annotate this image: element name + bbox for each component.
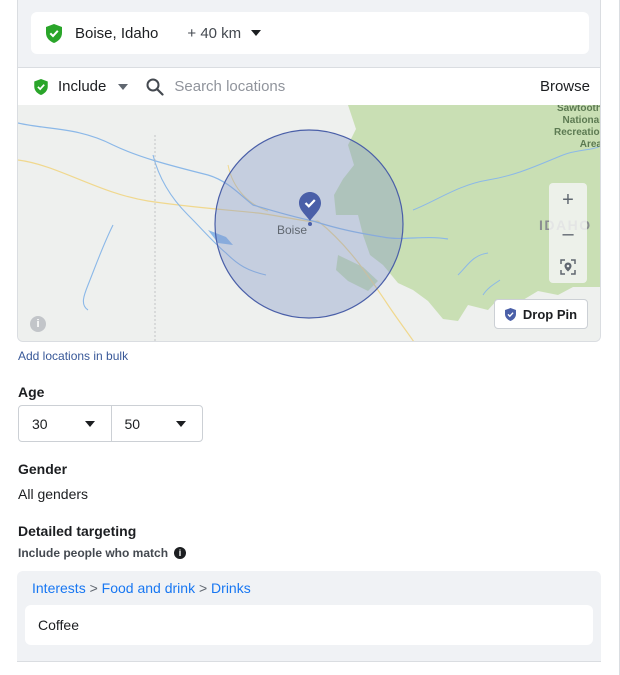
caret-down-icon[interactable]	[118, 83, 129, 90]
area-label: Sawtooth National Recreation Area	[554, 105, 601, 150]
detailed-targeting-label: Detailed targeting	[18, 523, 137, 539]
location-search-input[interactable]	[174, 78, 505, 95]
breadcrumb-separator: >	[89, 580, 98, 596]
map-pin-icon	[299, 192, 321, 230]
info-icon[interactable]: i	[30, 316, 46, 332]
age-max-value: 50	[124, 415, 141, 432]
caret-down-icon	[176, 421, 186, 427]
age-range-selector: 30 50	[18, 405, 203, 442]
caret-down-icon	[84, 421, 95, 427]
breadcrumb-drinks[interactable]: Drinks	[211, 580, 251, 596]
interest-search-row[interactable]	[17, 661, 601, 675]
zoom-in-button[interactable]: +	[549, 185, 587, 215]
detailed-targeting-box: Interests > Food and drink > Drinks Coff…	[17, 571, 601, 675]
include-match-text: Include people who match	[18, 546, 169, 560]
location-targeting-box: Boise, Idaho + 40 km Include Browse	[17, 0, 601, 342]
breadcrumb: Interests > Food and drink > Drinks	[32, 580, 251, 596]
radius-value[interactable]: + 40 km	[187, 25, 241, 42]
breadcrumb-food-and-drink[interactable]: Food and drink	[102, 580, 195, 596]
audience-panel: Boise, Idaho + 40 km Include Browse	[0, 0, 620, 675]
interest-chip[interactable]: Coffee	[25, 605, 593, 645]
include-dropdown[interactable]: Include	[58, 78, 106, 95]
drop-pin-label: Drop Pin	[522, 306, 578, 322]
caret-down-icon[interactable]	[251, 30, 262, 36]
selected-location-chip[interactable]: Boise, Idaho + 40 km	[31, 12, 589, 54]
interest-label: Coffee	[38, 617, 79, 633]
age-min-select[interactable]: 30	[19, 406, 111, 441]
shield-check-icon	[45, 23, 63, 43]
age-min-value: 30	[32, 415, 48, 432]
gender-label: Gender	[18, 461, 68, 477]
zoom-out-button[interactable]: –	[549, 219, 587, 249]
location-search-row: Include Browse	[18, 67, 600, 105]
location-name: Boise, Idaho	[75, 24, 159, 42]
age-label: Age	[18, 384, 45, 400]
search-icon	[146, 78, 164, 96]
breadcrumb-separator: >	[198, 580, 208, 596]
add-locations-bulk-link[interactable]: Add locations in bulk	[18, 349, 128, 363]
location-map[interactable]: Sawtooth National Recreation Area Boise …	[18, 105, 601, 341]
gender-value[interactable]: All genders	[18, 486, 88, 502]
shield-check-icon	[32, 77, 50, 97]
locate-icon[interactable]	[549, 253, 587, 281]
browse-button[interactable]: Browse	[540, 78, 590, 95]
age-max-select[interactable]: 50	[110, 406, 203, 441]
breadcrumb-interests[interactable]: Interests	[32, 580, 86, 596]
map-pin-icon	[504, 307, 516, 321]
info-icon[interactable]: i	[174, 547, 187, 559]
map-zoom-controls: + –	[549, 183, 587, 283]
drop-pin-button[interactable]: Drop Pin	[494, 299, 588, 329]
detailed-targeting-sublabel: Include people who match i	[18, 546, 187, 560]
